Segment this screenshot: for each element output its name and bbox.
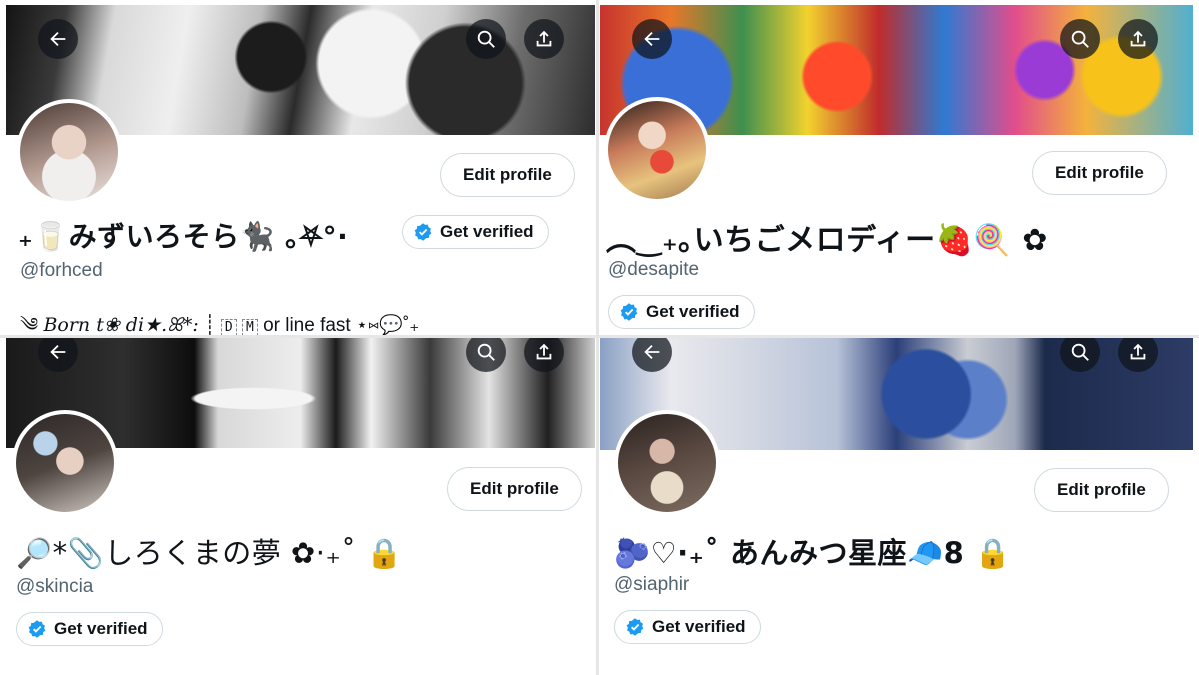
display-name: 🔎*📎しろくまの夢 ✿·₊˚ 🔒: [16, 536, 403, 570]
avatar[interactable]: [604, 97, 710, 203]
avatar[interactable]: [614, 410, 720, 516]
edit-profile-button[interactable]: Edit profile: [1032, 151, 1167, 195]
search-button[interactable]: [1060, 19, 1100, 59]
profile-panel-2: Edit profile ︵‿₊｡いちごメロディー🍓🍭 ✿ @desapite …: [600, 5, 1193, 335]
bio-box-d: D: [220, 319, 237, 335]
bio-prefix: ༄: [20, 315, 39, 335]
arrow-left-icon: [644, 344, 660, 360]
search-icon: [1071, 30, 1089, 48]
display-name: ︵‿₊｡いちごメロディー🍓🍭 ✿: [606, 223, 1048, 258]
search-icon: [1071, 343, 1089, 361]
bio-styled-text: Born t❀ di★.ꕤ*:: [43, 314, 199, 335]
get-verified-button[interactable]: Get verified: [608, 295, 755, 329]
profile-panel-1: Edit profile ₊🥛みずいろそら🐈‍⬛ ｡⛧°· Get verifi…: [6, 5, 595, 335]
share-icon: [536, 30, 552, 47]
search-icon: [477, 343, 495, 361]
share-icon: [1130, 30, 1146, 47]
get-verified-button[interactable]: Get verified: [402, 215, 549, 249]
avatar[interactable]: [16, 99, 122, 205]
get-verified-button[interactable]: Get verified: [614, 610, 761, 644]
share-button[interactable]: [1118, 19, 1158, 59]
get-verified-label: Get verified: [440, 222, 534, 241]
verified-badge-icon: [626, 618, 644, 636]
search-button[interactable]: [466, 19, 506, 59]
verified-badge-icon: [414, 223, 432, 241]
bio-separator: ┊: [204, 315, 216, 335]
username-handle: @skincia: [16, 576, 94, 597]
edit-profile-button[interactable]: Edit profile: [440, 153, 575, 197]
edit-profile-button[interactable]: Edit profile: [1034, 468, 1169, 512]
username-handle: @forhced: [20, 260, 103, 281]
display-name: 🫐♡·₊˚ あんみつ星座🧢8 🔒: [614, 536, 1012, 570]
profile-bio: ༄ Born t❀ di★.ꕤ*: ┊ D M or line fast ⋆⑅💬…: [20, 303, 419, 335]
back-button[interactable]: [632, 19, 672, 59]
avatar[interactable]: [12, 410, 118, 516]
back-button[interactable]: [38, 19, 78, 59]
profile-panel-4: Edit profile 🫐♡·₊˚ あんみつ星座🧢8 🔒 @siaphir G…: [600, 338, 1193, 670]
edit-profile-button[interactable]: Edit profile: [447, 467, 582, 511]
get-verified-label: Get verified: [54, 619, 148, 638]
username-handle: @desapite: [608, 259, 700, 280]
search-icon: [477, 30, 495, 48]
arrow-left-icon: [50, 344, 66, 360]
username-handle: @siaphir: [614, 574, 690, 595]
verified-badge-icon: [28, 620, 46, 638]
get-verified-label: Get verified: [652, 617, 746, 636]
share-button[interactable]: [524, 19, 564, 59]
bio-box-m: M: [241, 319, 258, 335]
display-name: ₊🥛みずいろそら🐈‍⬛ ｡⛧°·: [18, 220, 349, 253]
share-icon: [536, 343, 552, 360]
bio-text: or line fast ⋆⑅💬˚₊: [263, 315, 420, 335]
verified-badge-icon: [620, 303, 638, 321]
arrow-left-icon: [644, 31, 660, 47]
get-verified-button[interactable]: Get verified: [16, 612, 163, 646]
share-icon: [1130, 343, 1146, 360]
arrow-left-icon: [50, 31, 66, 47]
profile-panel-3: Edit profile 🔎*📎しろくまの夢 ✿·₊˚ 🔒 @skincia G…: [6, 338, 595, 670]
get-verified-label: Get verified: [646, 302, 740, 321]
